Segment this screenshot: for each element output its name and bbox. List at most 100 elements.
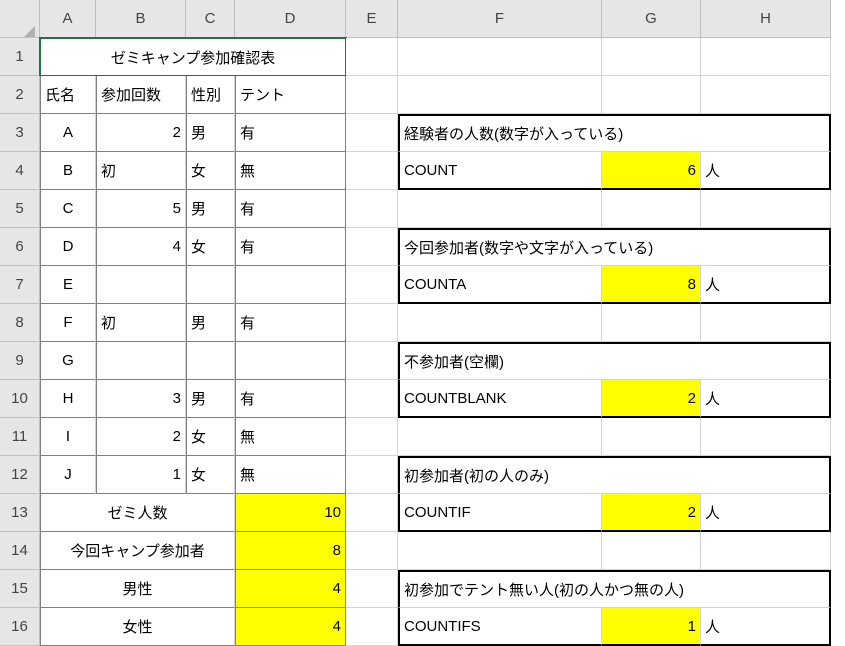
cell-E8[interactable] — [346, 304, 398, 342]
card4-value[interactable]: 2 — [602, 494, 701, 532]
card5-func[interactable]: COUNTIFS — [398, 608, 602, 646]
cell-H1[interactable] — [701, 38, 831, 76]
row-header-1[interactable]: 1 — [0, 38, 40, 76]
table-cell[interactable]: 1 — [96, 456, 186, 494]
table-cell[interactable]: E — [40, 266, 96, 304]
card4-title[interactable]: 初参加者(初の人のみ) — [398, 456, 831, 494]
table-cell[interactable] — [96, 342, 186, 380]
row-header-4[interactable]: 4 — [0, 152, 40, 190]
cell-E4[interactable] — [346, 152, 398, 190]
row-header-8[interactable]: 8 — [0, 304, 40, 342]
row-header-11[interactable]: 11 — [0, 418, 40, 456]
summary-male-value[interactable]: 4 — [235, 570, 346, 608]
header-sex[interactable]: 性別 — [186, 76, 235, 114]
title-cell[interactable]: ゼミキャンプ参加確認表 — [40, 38, 346, 76]
col-header-E[interactable]: E — [346, 0, 398, 38]
summary-camp-value[interactable]: 8 — [235, 532, 346, 570]
table-cell[interactable]: 男 — [186, 114, 235, 152]
table-cell[interactable]: 初 — [96, 304, 186, 342]
table-cell[interactable]: 初 — [96, 152, 186, 190]
cell-E6[interactable] — [346, 228, 398, 266]
table-cell[interactable]: 有 — [235, 304, 346, 342]
row-header-2[interactable]: 2 — [0, 76, 40, 114]
col-header-G[interactable]: G — [602, 0, 701, 38]
table-cell[interactable]: 男 — [186, 304, 235, 342]
cell-G1[interactable] — [602, 38, 701, 76]
card5-unit[interactable]: 人 — [701, 608, 831, 646]
table-cell[interactable]: 5 — [96, 190, 186, 228]
select-all-corner[interactable] — [0, 0, 40, 38]
cell-F8[interactable] — [398, 304, 602, 342]
cell-H14[interactable] — [701, 532, 831, 570]
cell-E5[interactable] — [346, 190, 398, 228]
col-header-C[interactable]: C — [186, 0, 235, 38]
card2-func[interactable]: COUNTA — [398, 266, 602, 304]
table-cell[interactable]: 無 — [235, 456, 346, 494]
card2-value[interactable]: 8 — [602, 266, 701, 304]
col-header-B[interactable]: B — [96, 0, 186, 38]
table-cell[interactable]: 有 — [235, 114, 346, 152]
table-cell[interactable]: D — [40, 228, 96, 266]
table-cell[interactable]: 女 — [186, 456, 235, 494]
table-cell[interactable]: B — [40, 152, 96, 190]
card1-title[interactable]: 経験者の人数(数字が入っている) — [398, 114, 831, 152]
table-cell[interactable]: A — [40, 114, 96, 152]
card3-value[interactable]: 2 — [602, 380, 701, 418]
cell-E2[interactable] — [346, 76, 398, 114]
summary-total-value[interactable]: 10 — [235, 494, 346, 532]
table-cell[interactable]: G — [40, 342, 96, 380]
card5-title[interactable]: 初参加でテント無い人(初の人かつ無の人) — [398, 570, 831, 608]
table-cell[interactable] — [186, 342, 235, 380]
cell-G14[interactable] — [602, 532, 701, 570]
cell-H2[interactable] — [701, 76, 831, 114]
header-name[interactable]: 氏名 — [40, 76, 96, 114]
row-header-10[interactable]: 10 — [0, 380, 40, 418]
card3-unit[interactable]: 人 — [701, 380, 831, 418]
cell-H11[interactable] — [701, 418, 831, 456]
table-cell[interactable]: 無 — [235, 152, 346, 190]
cell-E12[interactable] — [346, 456, 398, 494]
cell-E15[interactable] — [346, 570, 398, 608]
table-cell[interactable]: 有 — [235, 190, 346, 228]
cell-E3[interactable] — [346, 114, 398, 152]
cell-E11[interactable] — [346, 418, 398, 456]
cell-F1[interactable] — [398, 38, 602, 76]
cell-E7[interactable] — [346, 266, 398, 304]
header-count[interactable]: 参加回数 — [96, 76, 186, 114]
row-header-9[interactable]: 9 — [0, 342, 40, 380]
row-header-14[interactable]: 14 — [0, 532, 40, 570]
row-header-6[interactable]: 6 — [0, 228, 40, 266]
table-cell[interactable] — [235, 342, 346, 380]
card3-func[interactable]: COUNTBLANK — [398, 380, 602, 418]
row-header-3[interactable]: 3 — [0, 114, 40, 152]
card4-func[interactable]: COUNTIF — [398, 494, 602, 532]
table-cell[interactable]: 女 — [186, 418, 235, 456]
cell-E1[interactable] — [346, 38, 398, 76]
card1-unit[interactable]: 人 — [701, 152, 831, 190]
card1-func[interactable]: COUNT — [398, 152, 602, 190]
table-cell[interactable]: 女 — [186, 152, 235, 190]
cell-H8[interactable] — [701, 304, 831, 342]
summary-female-value[interactable]: 4 — [235, 608, 346, 646]
col-header-H[interactable]: H — [701, 0, 831, 38]
card2-title[interactable]: 今回参加者(数字や文字が入っている) — [398, 228, 831, 266]
cell-E10[interactable] — [346, 380, 398, 418]
row-header-12[interactable]: 12 — [0, 456, 40, 494]
table-cell[interactable]: 有 — [235, 380, 346, 418]
summary-male-label[interactable]: 男性 — [40, 570, 235, 608]
cell-G11[interactable] — [602, 418, 701, 456]
cell-G8[interactable] — [602, 304, 701, 342]
row-header-5[interactable]: 5 — [0, 190, 40, 228]
table-cell[interactable]: 男 — [186, 380, 235, 418]
row-header-15[interactable]: 15 — [0, 570, 40, 608]
col-header-F[interactable]: F — [398, 0, 602, 38]
cell-F11[interactable] — [398, 418, 602, 456]
table-cell[interactable]: 女 — [186, 228, 235, 266]
table-cell[interactable]: F — [40, 304, 96, 342]
table-cell[interactable]: 2 — [96, 114, 186, 152]
table-cell[interactable]: 3 — [96, 380, 186, 418]
cell-G5[interactable] — [602, 190, 701, 228]
table-cell[interactable] — [186, 266, 235, 304]
table-cell[interactable]: 2 — [96, 418, 186, 456]
cell-E14[interactable] — [346, 532, 398, 570]
